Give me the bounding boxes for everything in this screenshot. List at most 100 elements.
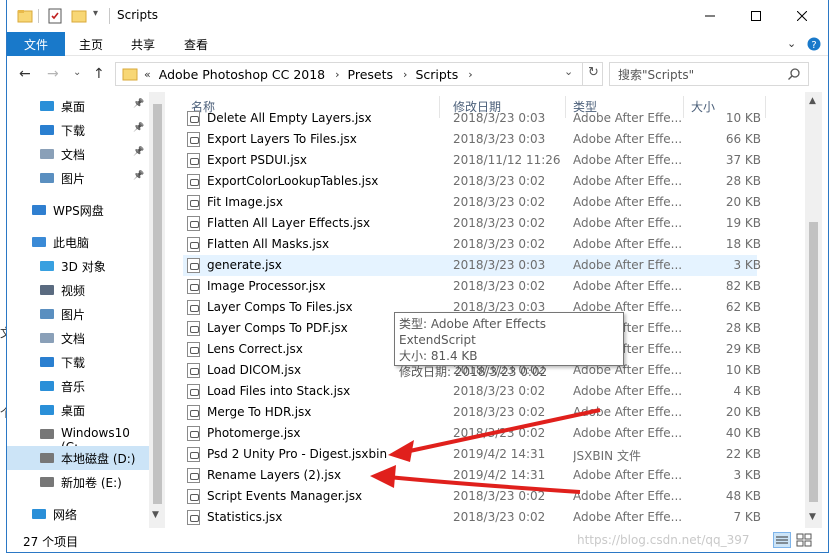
breadcrumb-separator[interactable]: › bbox=[335, 68, 339, 81]
pin-icon[interactable]: 📌 bbox=[133, 171, 144, 181]
file-type: Adobe After Effe... bbox=[573, 489, 681, 503]
nav-item[interactable]: 图片 📌 bbox=[7, 166, 149, 190]
file-row[interactable]: Load Files into Stack.jsx 2018/3/23 0:02 A… bbox=[183, 381, 761, 402]
nav-item[interactable]: 下载 📌 bbox=[7, 118, 149, 142]
file-row[interactable]: Merge To HDR.jsx 2018/3/23 0:02 Adobe Afte… bbox=[183, 402, 761, 423]
properties-icon[interactable] bbox=[47, 8, 63, 24]
pin-icon[interactable]: 📌 bbox=[133, 123, 144, 133]
address-bar[interactable]: « Adobe Photoshop CC 2018 › Presets › Sc… bbox=[115, 62, 603, 86]
file-name: Merge To HDR.jsx bbox=[207, 405, 312, 419]
file-row[interactable]: Psd 2 Unity Pro - Digest.jsxbin 2019/4/2 … bbox=[183, 444, 761, 465]
expand-ribbon-icon[interactable]: ⌄ bbox=[787, 37, 796, 50]
file-list-scrollbar[interactable]: ▲ ▼ bbox=[805, 92, 822, 528]
forward-arrow-icon[interactable]: → bbox=[47, 66, 59, 82]
tab-view[interactable]: 查看 bbox=[184, 36, 208, 53]
address-dropdown-icon[interactable]: ⌄ bbox=[564, 65, 573, 78]
file-row[interactable]: Flatten All Masks.jsx 2018/3/23 0:02 Adobe… bbox=[183, 234, 761, 255]
file-date: 2019/4/2 14:31 bbox=[453, 447, 546, 461]
nav-item[interactable]: 桌面 📌 bbox=[7, 94, 149, 118]
nav-item-label: 本地磁盘 (D:) bbox=[61, 452, 136, 466]
file-row[interactable]: Photomerge.jsx 2018/3/23 0:02 Adobe After … bbox=[183, 423, 761, 444]
nav-item[interactable]: 文档 bbox=[7, 326, 149, 350]
nav-item[interactable]: 3D 对象 bbox=[7, 254, 149, 278]
scroll-down-icon[interactable]: ▼ bbox=[152, 510, 159, 520]
large-icons-view-icon[interactable] bbox=[795, 532, 813, 548]
search-box[interactable]: 搜索"Scripts" bbox=[609, 62, 809, 86]
scroll-down-icon[interactable]: ▼ bbox=[809, 512, 816, 522]
breadcrumb-separator[interactable]: › bbox=[403, 68, 407, 81]
new-folder-icon[interactable] bbox=[71, 8, 87, 24]
pin-icon[interactable]: 📌 bbox=[133, 99, 144, 109]
file-size: 28 KB bbox=[725, 174, 761, 188]
nav-item[interactable]: 文档 📌 bbox=[7, 142, 149, 166]
file-name: Script Events Manager.jsx bbox=[207, 489, 363, 503]
recent-locations-icon[interactable]: ⌄ bbox=[73, 67, 81, 78]
pin-icon[interactable]: 📌 bbox=[133, 147, 144, 157]
file-date: 2018/3/23 0:02 bbox=[453, 237, 546, 251]
details-view-icon[interactable] bbox=[773, 532, 791, 548]
file-date: 2018/11/12 11:26 bbox=[453, 153, 561, 167]
file-row[interactable]: Rename Layers (2).jsx 2019/4/2 14:31 Adobe… bbox=[183, 465, 761, 486]
file-row[interactable]: Statistics.jsx 2018/3/23 0:02 Adobe After … bbox=[183, 507, 761, 528]
file-name: ExportColorLookupTables.jsx bbox=[207, 174, 379, 188]
nav-scrollbar[interactable]: ▼ bbox=[149, 92, 165, 528]
script-file-icon bbox=[187, 258, 200, 273]
file-name: Fit Image.jsx bbox=[207, 195, 283, 209]
nav-item-label: 视频 bbox=[61, 284, 86, 298]
file-row[interactable]: Flatten All Layer Effects.jsx 2018/3/23 0… bbox=[183, 213, 761, 234]
minimize-button[interactable] bbox=[687, 0, 733, 32]
file-row[interactable]: generate.jsx 2018/3/23 0:03 Adobe After Ef… bbox=[183, 255, 761, 276]
file-type: Adobe After Effe... bbox=[573, 468, 681, 482]
nav-item-label: 图片 bbox=[61, 172, 86, 186]
file-type: Adobe After Effe... bbox=[573, 510, 681, 524]
tab-home[interactable]: 主页 bbox=[79, 36, 103, 53]
nav-item[interactable]: 新加卷 (E:) bbox=[7, 470, 149, 494]
script-file-icon bbox=[187, 111, 200, 126]
file-list-scrollbar-thumb[interactable] bbox=[809, 222, 818, 502]
nav-item[interactable]: 桌面 bbox=[7, 398, 149, 422]
nav-item-label: 下载 bbox=[61, 356, 86, 370]
breadcrumb-scripts[interactable]: Scripts bbox=[415, 67, 458, 82]
file-size: 29 KB bbox=[725, 342, 761, 356]
document-icon bbox=[39, 146, 55, 162]
file-size: 4 KB bbox=[733, 384, 761, 398]
customize-toolbar-icon[interactable]: ▾ bbox=[93, 8, 98, 19]
back-arrow-icon[interactable]: ← bbox=[19, 66, 31, 82]
file-row[interactable]: Image Processor.jsx 2018/3/23 0:02 Adobe A… bbox=[183, 276, 761, 297]
overflow-chevron[interactable]: « bbox=[144, 68, 151, 81]
nav-item[interactable]: 网络 bbox=[7, 502, 149, 526]
nav-item[interactable]: 音乐 bbox=[7, 374, 149, 398]
breadcrumb-photoshop[interactable]: Adobe Photoshop CC 2018 bbox=[159, 67, 325, 82]
file-row[interactable]: Fit Image.jsx 2018/3/23 0:02 Adobe After E… bbox=[183, 192, 761, 213]
file-row[interactable]: Export PSDUI.jsx 2018/11/12 11:26 Adobe Af… bbox=[183, 150, 761, 171]
file-row[interactable]: Delete All Empty Layers.jsx 2018/3/23 0:0… bbox=[183, 108, 761, 129]
drive-icon bbox=[39, 450, 55, 466]
nav-item[interactable]: Windows10 (C: bbox=[7, 422, 149, 454]
nav-item[interactable]: 下载 bbox=[7, 350, 149, 374]
nav-item[interactable]: WPS网盘 bbox=[7, 198, 149, 222]
file-type: Adobe After Effe... bbox=[573, 279, 681, 293]
tab-file[interactable]: 文件 bbox=[7, 32, 65, 56]
maximize-button[interactable] bbox=[733, 0, 779, 32]
file-type: Adobe After Effe... bbox=[573, 258, 681, 272]
close-button[interactable] bbox=[779, 0, 825, 32]
breadcrumb-separator[interactable]: › bbox=[468, 68, 472, 81]
title-separator bbox=[109, 8, 110, 24]
up-arrow-icon[interactable]: ↑ bbox=[93, 66, 105, 82]
file-type: Adobe After Effe... bbox=[573, 153, 681, 167]
file-row[interactable]: Export Layers To Files.jsx 2018/3/23 0:03… bbox=[183, 129, 761, 150]
nav-item[interactable]: 本地磁盘 (D:) bbox=[7, 446, 149, 470]
refresh-icon[interactable]: ↻ bbox=[588, 65, 599, 80]
file-name: Layer Comps To Files.jsx bbox=[207, 300, 353, 314]
tab-share[interactable]: 共享 bbox=[131, 36, 155, 53]
file-row[interactable]: Script Events Manager.jsx 2018/3/23 0:02 A… bbox=[183, 486, 761, 507]
nav-scrollbar-thumb[interactable] bbox=[153, 104, 162, 504]
breadcrumb-presets[interactable]: Presets bbox=[348, 67, 394, 82]
nav-item[interactable]: 图片 bbox=[7, 302, 149, 326]
file-row[interactable]: ExportColorLookupTables.jsx 2018/3/23 0:0… bbox=[183, 171, 761, 192]
nav-item[interactable]: 此电脑 bbox=[7, 230, 149, 254]
nav-item[interactable]: 视频 bbox=[7, 278, 149, 302]
nav-item-label: 此电脑 bbox=[53, 236, 90, 250]
help-icon[interactable]: ? bbox=[807, 37, 821, 51]
scroll-up-icon[interactable]: ▲ bbox=[809, 96, 816, 106]
